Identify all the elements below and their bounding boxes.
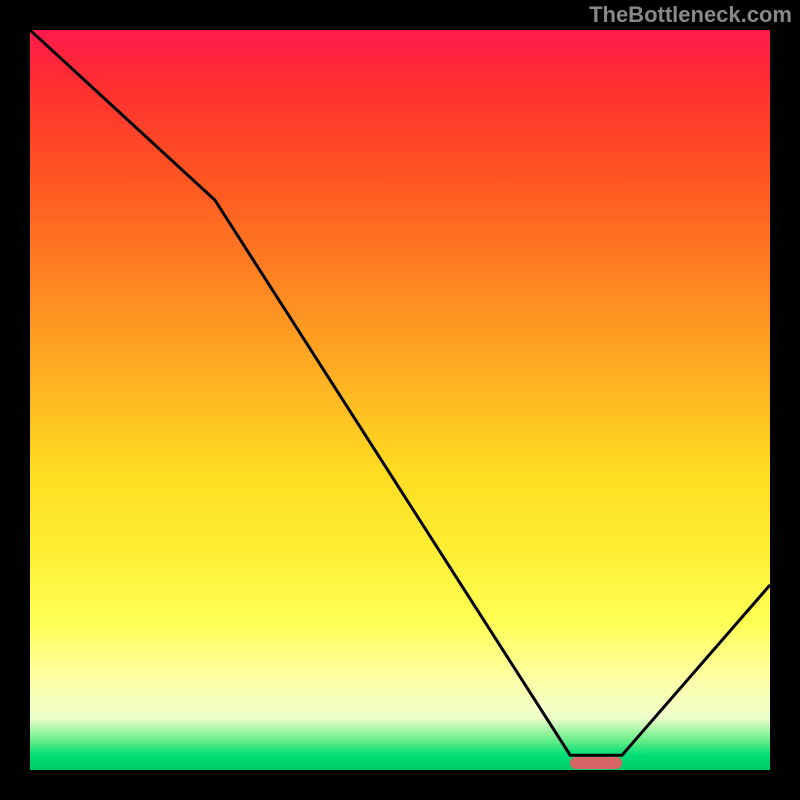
bottleneck-curve [30, 30, 770, 755]
watermark-text: TheBottleneck.com [589, 2, 792, 28]
plot-area [30, 30, 770, 770]
curve-svg [30, 30, 770, 770]
optimal-range-marker [570, 757, 622, 769]
